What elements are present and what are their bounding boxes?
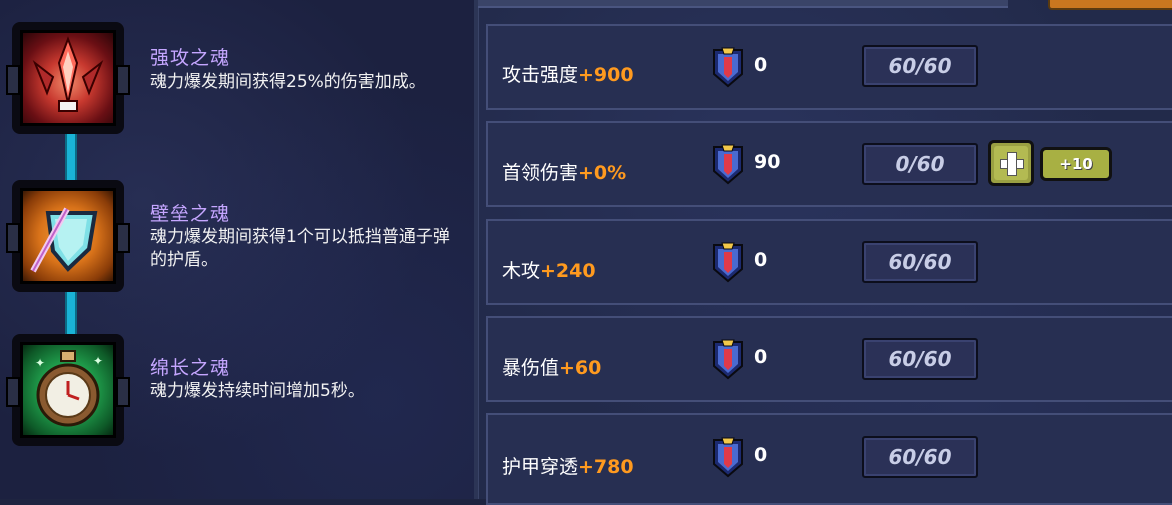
stat-label: 暴伤值+60 <box>502 353 601 380</box>
add-point-button[interactable] <box>988 140 1034 186</box>
panel-divider <box>474 0 479 499</box>
gem-count: 0 <box>754 54 768 76</box>
soul-gem-icon <box>713 339 743 380</box>
soul-gem-icon <box>713 144 743 185</box>
stat-label: 护甲穿透+780 <box>502 452 634 479</box>
soul-title: 绵长之魂 <box>150 357 231 379</box>
stat-label: 木攻+240 <box>502 256 596 283</box>
stat-bonus: +780 <box>578 456 634 478</box>
stat-name: 攻击强度 <box>502 64 579 86</box>
soul-gem-icon <box>713 242 743 283</box>
soul-gem-icon <box>713 47 743 88</box>
gem-count: 0 <box>754 444 768 466</box>
top-tab[interactable] <box>1048 0 1172 10</box>
shield-icon[interactable] <box>6 180 130 292</box>
soul-description: 魂力爆发持续时间增加5秒。 <box>150 381 365 401</box>
soul-gem-icon <box>713 437 743 478</box>
stat-bonus: +240 <box>540 260 596 282</box>
stat-progress: 60/60 <box>862 45 978 87</box>
stat-bonus: +0% <box>578 162 627 184</box>
soul-connector <box>65 292 77 336</box>
stat-bonus: +900 <box>578 64 634 86</box>
stat-progress: 0/60 <box>862 143 978 185</box>
soul-description: 魂力爆发期间获得25%的伤害加成。 <box>150 72 426 92</box>
soul-connector <box>65 134 77 182</box>
gem-count: 90 <box>754 151 781 173</box>
flame-sword-icon[interactable] <box>6 22 130 134</box>
gem-count: 0 <box>754 249 768 271</box>
stat-label: 首领伤害+0% <box>502 158 626 185</box>
gem-count: 0 <box>754 346 768 368</box>
top-border <box>478 0 1008 8</box>
svg-text:✦: ✦ <box>93 354 103 368</box>
stat-name: 护甲穿透 <box>502 456 579 478</box>
svg-text:✦: ✦ <box>35 356 45 370</box>
stat-progress: 60/60 <box>862 241 978 283</box>
stat-name: 首领伤害 <box>502 162 579 184</box>
stat-progress: 60/60 <box>862 338 978 380</box>
stat-label: 攻击强度+900 <box>502 60 634 87</box>
soul-title: 壁垒之魂 <box>150 203 231 225</box>
soul-title: 强攻之魂 <box>150 47 231 69</box>
stat-name: 木攻 <box>502 260 541 282</box>
soul-description: 魂力爆发期间获得1个可以抵挡普通子弹的护盾。 <box>150 227 450 270</box>
add-ten-button[interactable]: +10 <box>1040 147 1112 181</box>
stat-bonus: +60 <box>559 357 602 379</box>
pocket-watch-icon[interactable]: ✦ ✦ <box>6 334 130 446</box>
stat-progress: 60/60 <box>862 436 978 478</box>
stat-name: 暴伤值 <box>502 357 560 379</box>
